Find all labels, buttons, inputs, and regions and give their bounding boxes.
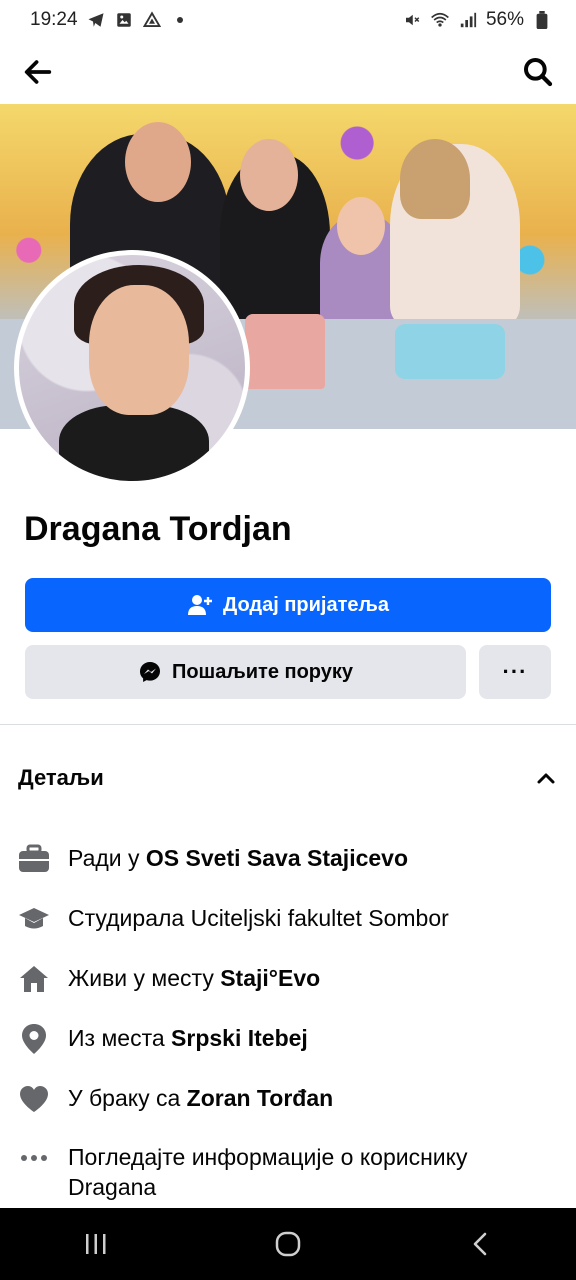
recent-apps-icon bbox=[86, 1234, 106, 1254]
detail-education[interactable]: Студирала Uciteljski fakultet Sombor bbox=[18, 903, 558, 935]
search-button[interactable] bbox=[518, 52, 558, 92]
status-bar: 19:24 56% bbox=[0, 0, 576, 40]
graduation-cap-icon bbox=[18, 903, 50, 935]
add-friend-button[interactable]: Додај пријатеља bbox=[25, 578, 551, 632]
signal-icon bbox=[458, 10, 478, 30]
detail-from-value[interactable]: Srpski Itebej bbox=[171, 1025, 308, 1051]
messenger-icon bbox=[139, 662, 160, 682]
app-bar bbox=[0, 40, 576, 104]
message-label: Пошаљите поруку bbox=[171, 660, 354, 683]
home-icon bbox=[18, 963, 50, 995]
more-options-button[interactable]: ··· bbox=[479, 645, 551, 699]
mute-icon bbox=[402, 10, 422, 30]
heart-icon bbox=[18, 1083, 50, 1115]
detail-see-about[interactable]: Погледајте информације о кориснику Draga… bbox=[18, 1142, 558, 1202]
back-nav-button[interactable] bbox=[450, 1214, 510, 1274]
detail-from-prefix: Из места bbox=[68, 1025, 172, 1051]
detail-education-prefix: Студирала Uciteljski fakultet Sombor bbox=[68, 905, 449, 931]
detail-work-prefix: Ради у bbox=[68, 845, 146, 871]
detail-from[interactable]: Из места Srpski Itebej bbox=[18, 1023, 558, 1055]
recent-apps-button[interactable] bbox=[66, 1214, 126, 1274]
search-icon bbox=[524, 58, 553, 87]
system-nav-bar bbox=[0, 1208, 576, 1280]
detail-lives-prefix: Живи у месту bbox=[68, 965, 221, 991]
briefcase-icon bbox=[18, 843, 50, 875]
detail-lives-in[interactable]: Живи у месту Staji°Evo bbox=[18, 963, 558, 995]
detail-relationship-value[interactable]: Zoran Torđan bbox=[187, 1085, 334, 1111]
details-title: Детаљи bbox=[18, 765, 104, 790]
home-circle-icon bbox=[275, 1231, 301, 1257]
detail-lives-value[interactable]: Staji°Evo bbox=[220, 965, 320, 991]
back-button[interactable] bbox=[18, 52, 58, 92]
detail-see-about-label: Погледајте информације о кориснику Draga… bbox=[68, 1144, 468, 1200]
drive-icon bbox=[142, 10, 162, 30]
detail-work[interactable]: Ради у OS Sveti Sava Stajicevo bbox=[18, 843, 558, 875]
message-button[interactable]: Пошаљите поруку bbox=[25, 645, 466, 699]
dot-icon bbox=[170, 10, 190, 30]
chevron-left-icon bbox=[473, 1232, 487, 1256]
wifi-icon bbox=[430, 10, 450, 30]
details-header[interactable]: Детаљи bbox=[18, 760, 558, 796]
location-pin-icon bbox=[18, 1023, 50, 1055]
add-friend-label: Додај пријатеља bbox=[222, 593, 390, 616]
profile-avatar[interactable] bbox=[14, 250, 250, 486]
telegram-icon bbox=[86, 10, 106, 30]
profile-name: Dragana Tordjan bbox=[24, 510, 292, 548]
gallery-icon bbox=[114, 10, 134, 30]
more-dots-icon: ··· bbox=[502, 659, 528, 684]
arrow-left-icon bbox=[24, 60, 52, 84]
battery-percent: 56% bbox=[485, 9, 524, 30]
detail-relationship[interactable]: У браку са Zoran Torđan bbox=[18, 1083, 558, 1115]
status-time: 19:24 bbox=[30, 9, 78, 30]
home-button[interactable] bbox=[258, 1214, 318, 1274]
more-dots-icon bbox=[18, 1142, 50, 1174]
chevron-up-icon[interactable] bbox=[534, 766, 558, 790]
battery-icon bbox=[532, 10, 552, 30]
detail-relationship-prefix: У браку са bbox=[68, 1085, 187, 1111]
detail-work-value[interactable]: OS Sveti Sava Stajicevo bbox=[146, 845, 408, 871]
section-divider bbox=[0, 724, 576, 725]
add-friend-icon bbox=[187, 595, 212, 615]
